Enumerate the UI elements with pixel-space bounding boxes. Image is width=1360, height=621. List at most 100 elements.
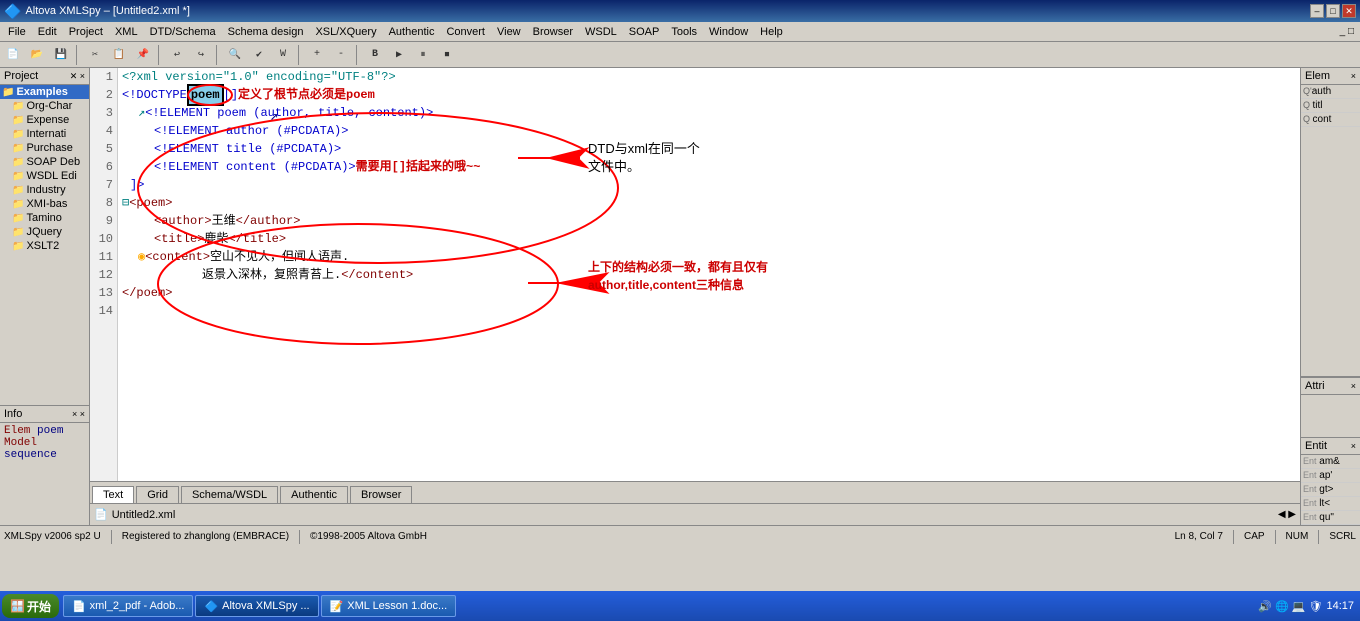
tree-item-expense[interactable]: 📁 Expense xyxy=(0,113,89,127)
menu-dtd[interactable]: DTD/Schema xyxy=(144,24,222,40)
attr-close-btn[interactable]: × xyxy=(1351,381,1356,391)
menu-file[interactable]: File xyxy=(2,24,32,40)
line11-open: <content> xyxy=(145,248,210,266)
tb-undo[interactable]: ↩ xyxy=(166,44,188,66)
taskbar-item-xmlspy[interactable]: 🔷 Altova XMLSpy ... xyxy=(195,595,318,617)
tree-item-purchase[interactable]: 📁 Purchase xyxy=(0,141,89,155)
menu-window[interactable]: Window xyxy=(703,24,754,40)
tb-new[interactable]: 📄 xyxy=(2,44,24,66)
folder-icon-soap: 📁 xyxy=(12,157,24,168)
entit-item-apos[interactable]: Ent ap' xyxy=(1301,469,1360,483)
tb-expand[interactable]: + xyxy=(306,44,328,66)
tab-browser[interactable]: Browser xyxy=(350,486,412,503)
elem-title: Elem xyxy=(1305,70,1330,82)
taskbar-time: 14:17 xyxy=(1326,600,1354,612)
elem-header: Elem × xyxy=(1301,68,1360,85)
menu-help[interactable]: Help xyxy=(754,24,789,40)
tb-paste[interactable]: 📌 xyxy=(132,44,154,66)
menu-authentic[interactable]: Authentic xyxy=(383,24,441,40)
taskbar-item-word[interactable]: 📝 XML Lesson 1.doc... xyxy=(321,595,457,617)
elem-item-cont[interactable]: Q cont xyxy=(1301,113,1360,127)
tb-b1[interactable]: B xyxy=(364,44,386,66)
tab-authentic[interactable]: Authentic xyxy=(280,486,348,503)
tb-redo[interactable]: ↪ xyxy=(190,44,212,66)
entit-item-quot[interactable]: Ent qu" xyxy=(1301,511,1360,525)
info-elem-row: Elem poem xyxy=(4,425,85,437)
scroll-arrows[interactable]: ◀ ▶ xyxy=(1278,509,1296,520)
menu-edit[interactable]: Edit xyxy=(32,24,63,40)
tree-item-intl[interactable]: 📁 Internati xyxy=(0,127,89,141)
tree-item-tamino[interactable]: 📁 Tamino xyxy=(0,211,89,225)
taskbar-label-pdf: xml_2_pdf - Adob... xyxy=(90,600,185,612)
elem-close-btn[interactable]: × xyxy=(1351,71,1356,81)
title-bar: 🔷 Altova XMLSpy – [Untitled2.xml *] – □ … xyxy=(0,0,1360,22)
folder-icon-expense: 📁 xyxy=(12,115,24,126)
attr-title: Attri xyxy=(1305,380,1325,392)
tb-collapse[interactable]: - xyxy=(330,44,352,66)
tree-item-industry[interactable]: 📁 Industry xyxy=(0,183,89,197)
info-close-btn[interactable]: × × xyxy=(72,409,85,419)
minimize-button[interactable]: – xyxy=(1310,4,1324,18)
menu-browser[interactable]: Browser xyxy=(527,24,579,40)
code-line-5: <!ELEMENT title (#PCDATA)> xyxy=(122,140,1300,158)
tab-schema[interactable]: Schema/WSDL xyxy=(181,486,278,503)
entit-item-amp[interactable]: Ent am& xyxy=(1301,455,1360,469)
menu-tools[interactable]: Tools xyxy=(665,24,703,40)
tree-label-xmi: XMI-bas xyxy=(26,198,67,210)
menu-project[interactable]: Project xyxy=(63,24,109,40)
tree-item-xmi[interactable]: 📁 XMI-bas xyxy=(0,197,89,211)
tree-label-jquery: JQuery xyxy=(26,226,61,238)
tab-grid[interactable]: Grid xyxy=(136,486,179,503)
elem-item-titl[interactable]: Q titl xyxy=(1301,99,1360,113)
folder-icon-wsdl: 📁 xyxy=(12,171,24,182)
tree-item-orgchar[interactable]: 📁 Org-Char xyxy=(0,99,89,113)
menu-schema[interactable]: Schema design xyxy=(222,24,310,40)
menu-xml[interactable]: XML xyxy=(109,24,144,40)
tb-wf[interactable]: W xyxy=(272,44,294,66)
taskbar-item-pdf[interactable]: 📄 xml_2_pdf - Adob... xyxy=(63,595,193,617)
tree-label-tamino: Tamino xyxy=(26,212,61,224)
menu-convert[interactable]: Convert xyxy=(440,24,491,40)
tb-cut[interactable]: ✂ xyxy=(84,44,106,66)
menu-wsdl[interactable]: WSDL xyxy=(579,24,623,40)
menu-view[interactable]: View xyxy=(491,24,527,40)
line8-tag: <poem> xyxy=(129,194,172,212)
folder-icon-purchase: 📁 xyxy=(12,143,24,154)
tree-item-examples[interactable]: 📁 Examples xyxy=(0,85,89,99)
tb-validate[interactable]: ✔ xyxy=(248,44,270,66)
line3-icon: ↗ xyxy=(138,104,145,122)
maximize-button[interactable]: □ xyxy=(1326,4,1340,18)
tree-item-soap[interactable]: 📁 SOAP Deb xyxy=(0,155,89,169)
tree-item-wsdl[interactable]: 📁 WSDL Edi xyxy=(0,169,89,183)
entit-close-btn[interactable]: × xyxy=(1351,441,1356,451)
tray-icons: 🔊 🌐 💻 🛡 xyxy=(1258,600,1322,613)
menu-soap[interactable]: SOAP xyxy=(623,24,666,40)
elem-item-auth[interactable]: Q'auth xyxy=(1301,85,1360,99)
line12-text: 返景入深林，复照青苔上. xyxy=(202,266,341,284)
project-close-btn[interactable]: ✕ × xyxy=(70,71,85,82)
tree-label-soap: SOAP Deb xyxy=(26,156,80,168)
tree-item-xslt2[interactable]: 📁 XSLT2 xyxy=(0,239,89,253)
entit-item-lt[interactable]: Ent lt< xyxy=(1301,497,1360,511)
tb-copy[interactable]: 📋 xyxy=(108,44,130,66)
tab-text[interactable]: Text xyxy=(92,486,134,504)
entit-item-gt[interactable]: Ent gt> xyxy=(1301,483,1360,497)
info-model-row: Model sequence xyxy=(4,437,85,461)
tb-b2[interactable]: ▶ xyxy=(388,44,410,66)
folder-icon-orgchar: 📁 xyxy=(12,101,24,112)
code-line-10: <title>鹿柴</title> xyxy=(122,230,1300,248)
entit-panel: Entit × Ent am& Ent ap' Ent gt> Ent lt< … xyxy=(1301,437,1360,525)
tb-b3[interactable]: ⏸ xyxy=(412,44,434,66)
tb-open[interactable]: 📂 xyxy=(26,44,48,66)
tb-find[interactable]: 🔍 xyxy=(224,44,246,66)
editor-area[interactable]: 1 2 3 4 5 6 7 8 9 10 11 12 13 14 <?xml v… xyxy=(90,68,1300,525)
start-button[interactable]: 🪟 开始 xyxy=(2,594,59,618)
menu-xsl[interactable]: XSL/XQuery xyxy=(309,24,382,40)
taskbar-label-xmlspy: Altova XMLSpy ... xyxy=(222,600,309,612)
code-line-7: ]> xyxy=(122,176,1300,194)
code-line-4: <!ELEMENT author (#PCDATA)> xyxy=(122,122,1300,140)
tree-item-jquery[interactable]: 📁 JQuery xyxy=(0,225,89,239)
close-button[interactable]: ✕ xyxy=(1342,4,1356,18)
tb-b4[interactable]: ⏹ xyxy=(436,44,458,66)
tb-save[interactable]: 💾 xyxy=(50,44,72,66)
